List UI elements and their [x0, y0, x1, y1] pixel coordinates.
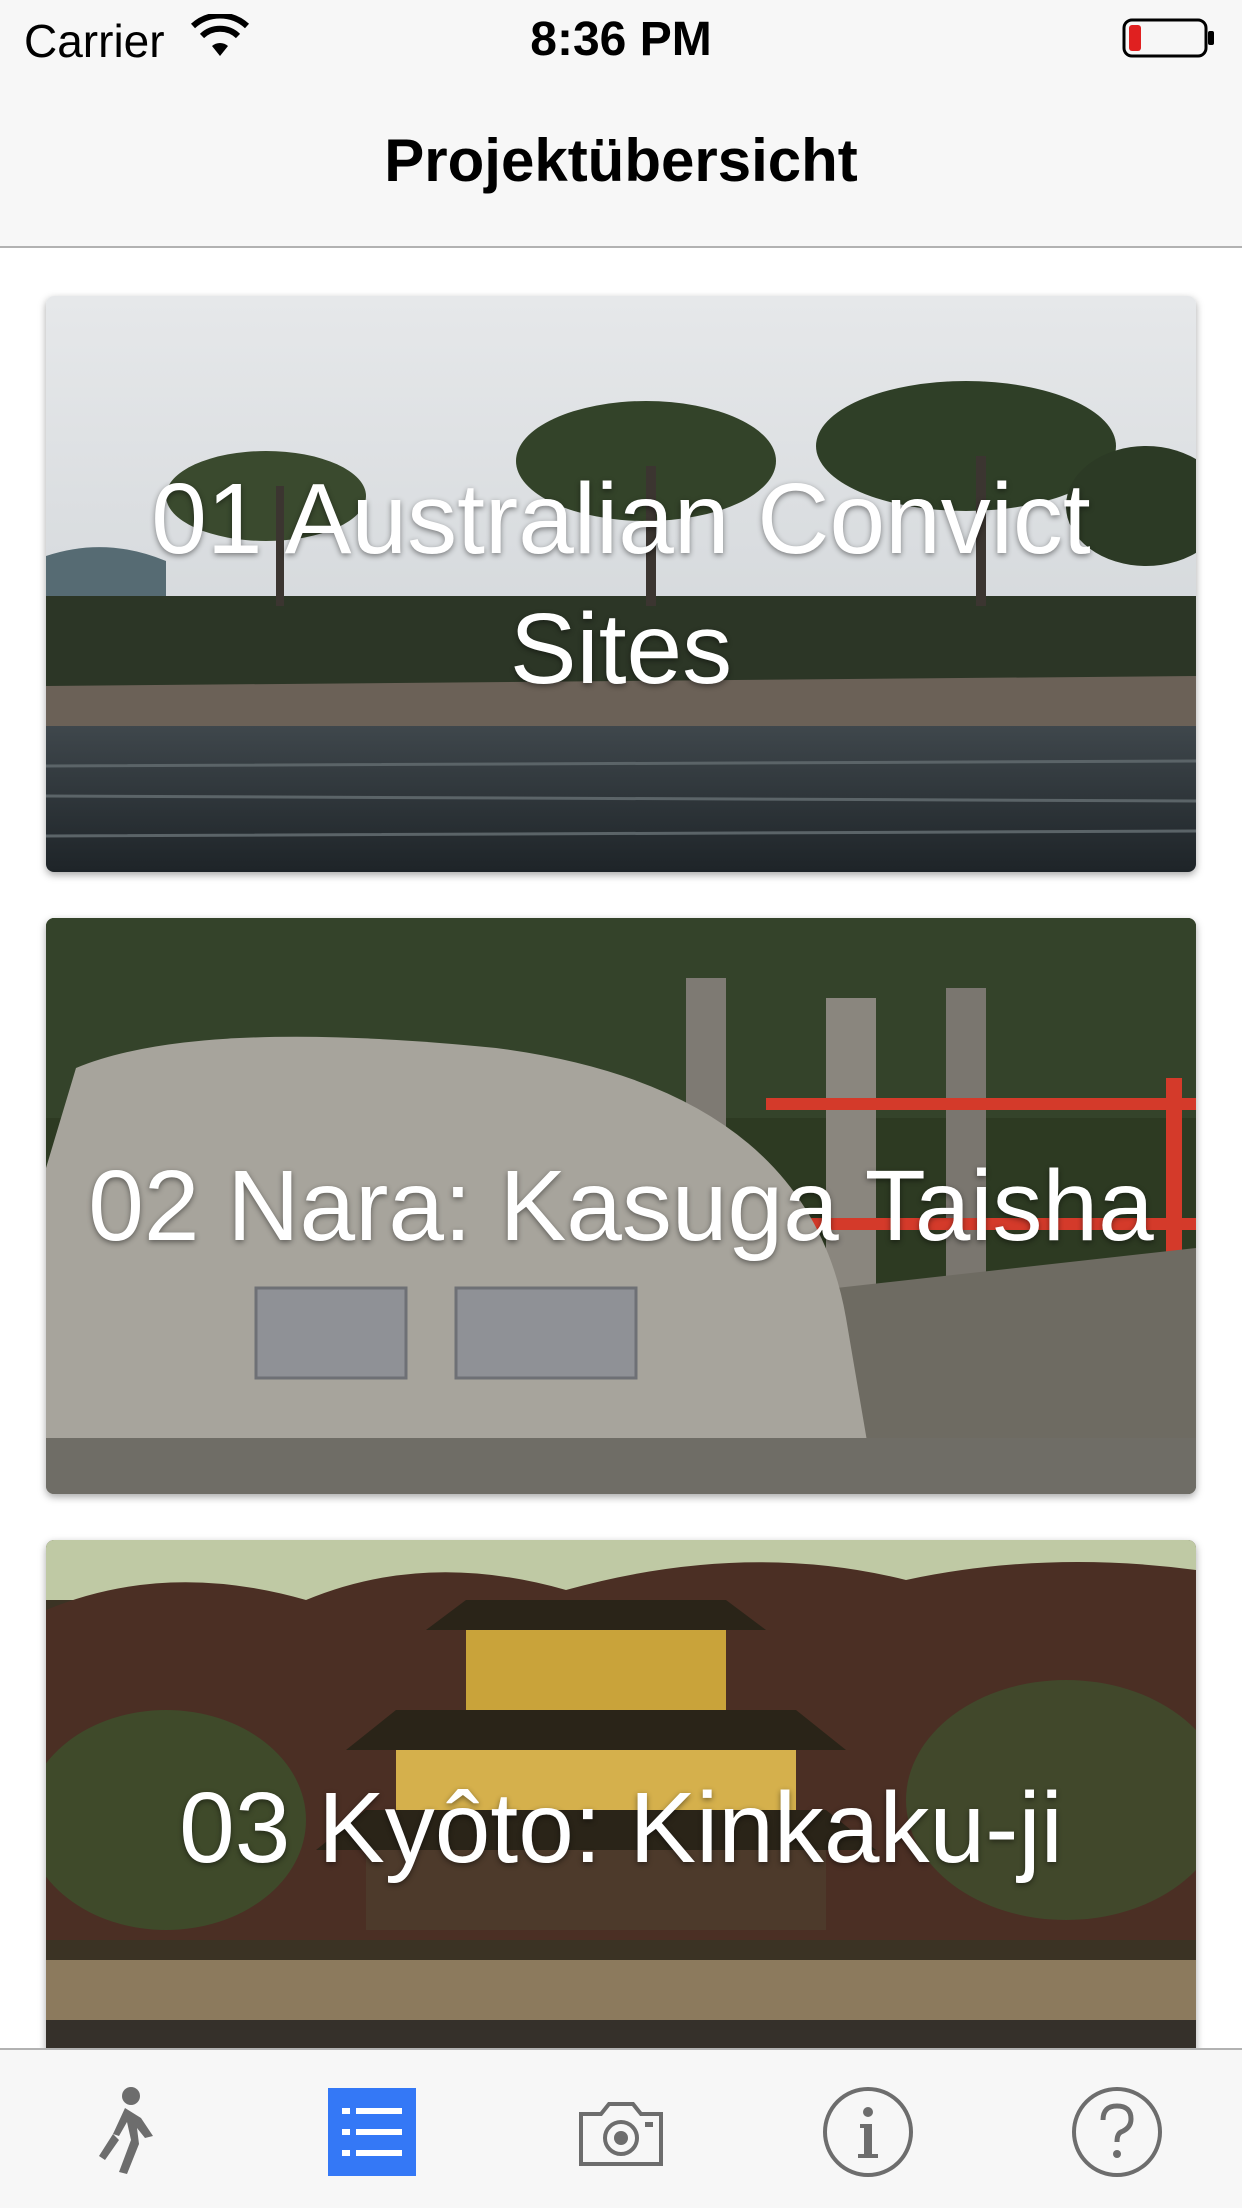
project-title: 03 Kyôto: Kinkaku-ji — [179, 1772, 1063, 1884]
camera-icon[interactable] — [573, 2084, 669, 2180]
status-time: 8:36 PM — [530, 13, 712, 66]
project-card[interactable]: 03 Kyôto: Kinkaku-ji — [46, 1540, 1196, 2048]
project-title: 02 Nara: Kasuga Taisha — [88, 1150, 1154, 1262]
list-icon[interactable] — [324, 2084, 420, 2180]
battery-low-icon — [1122, 18, 1214, 58]
help-icon[interactable] — [1069, 2084, 1165, 2180]
walking-person-icon[interactable] — [75, 2084, 171, 2180]
info-icon[interactable] — [820, 2084, 916, 2180]
tab-bar — [0, 2048, 1242, 2208]
page-title: Projektübersicht — [384, 127, 858, 194]
navigation-bar: Projektübersicht — [0, 78, 1242, 248]
status-bar: Carrier 8:36 PM — [0, 0, 1242, 78]
project-title: 01 Australian Convict Sites — [151, 463, 1091, 705]
project-card[interactable]: 01 Australian Convict Sites — [46, 296, 1196, 872]
project-card[interactable]: 02 Nara: Kasuga Taisha — [46, 918, 1196, 1494]
project-list[interactable]: 01 Australian Convict Sites 02 Nara: Kas… — [0, 248, 1242, 2048]
